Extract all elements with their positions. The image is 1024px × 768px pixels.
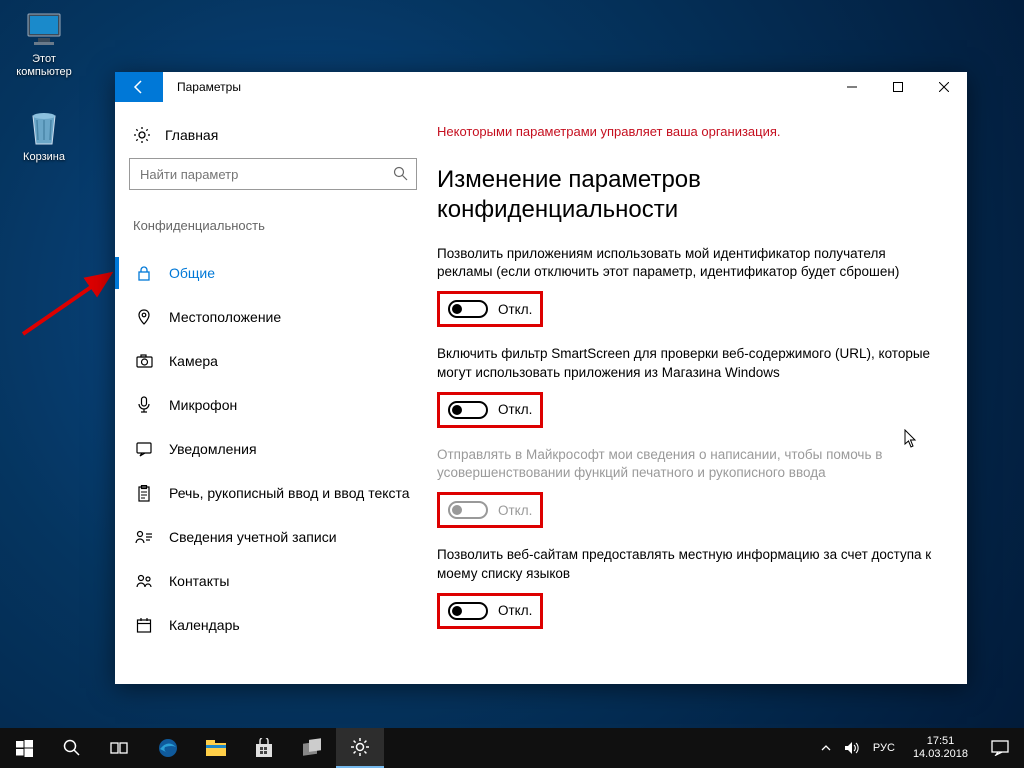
tray-time: 17:51 (913, 735, 968, 748)
annotation-highlight: Откл. (437, 492, 543, 528)
sidebar-item-label: Местоположение (169, 309, 281, 325)
search-button[interactable] (48, 728, 96, 768)
tray-date: 14.03.2018 (913, 748, 968, 761)
pc-icon (24, 10, 64, 50)
setting-description: Отправлять в Майкрософт мои сведения о н… (437, 446, 943, 482)
system-tray: РУС 17:51 14.03.2018 (815, 728, 1024, 768)
annotation-highlight: Откл. (437, 392, 543, 428)
search-input[interactable] (140, 167, 386, 182)
bin-icon (24, 108, 64, 148)
gear-icon (133, 126, 151, 144)
toggle-switch (448, 501, 488, 519)
notification-icon (135, 440, 153, 458)
sidebar-section-header: Конфиденциальность (129, 218, 417, 233)
sidebar: Главная Конфиденциальность Общие Местопо… (115, 102, 431, 684)
page-heading: Изменение параметров конфиденциальности (437, 165, 943, 225)
tray-language[interactable]: РУС (867, 742, 901, 754)
tray-action-center-icon[interactable] (980, 740, 1020, 756)
setting-advertising-id: Позволить приложениям использовать мой и… (437, 245, 943, 327)
sidebar-item-label: Речь, рукописный ввод и ввод текста (169, 485, 410, 501)
sidebar-item-location[interactable]: Местоположение (129, 295, 417, 339)
task-view-button[interactable] (96, 728, 144, 768)
desktop-icon-label: Этот компьютер (8, 53, 80, 79)
close-button[interactable] (921, 72, 967, 102)
sidebar-item-label: Календарь (169, 617, 240, 633)
search-icon (393, 166, 408, 181)
tray-chevron-up-icon[interactable] (815, 744, 837, 752)
setting-description: Включить фильтр SmartScreen для проверки… (437, 345, 943, 381)
sidebar-item-camera[interactable]: Камера (129, 339, 417, 383)
taskbar-settings[interactable] (336, 728, 384, 768)
desktop-icon-this-pc[interactable]: Этот компьютер (8, 10, 80, 79)
sidebar-item-label: Сведения учетной записи (169, 529, 337, 545)
maximize-button[interactable] (875, 72, 921, 102)
org-managed-notice: Некоторыми параметрами управляет ваша ор… (437, 124, 943, 139)
setting-typing-data: Отправлять в Майкрософт мои сведения о н… (437, 446, 943, 528)
settings-window: Параметры Главная Конфиденциальность Общ… (115, 72, 967, 684)
toggle-switch[interactable] (448, 602, 488, 620)
sidebar-item-general[interactable]: Общие (129, 251, 417, 295)
microphone-icon (135, 396, 153, 414)
toggle-switch[interactable] (448, 401, 488, 419)
setting-description: Позволить приложениям использовать мой и… (437, 245, 943, 281)
clipboard-icon (135, 484, 153, 502)
desktop-icon-label: Корзина (8, 151, 80, 164)
sidebar-item-account-info[interactable]: Сведения учетной записи (129, 515, 417, 559)
toggle-label: Откл. (498, 503, 532, 518)
taskbar-store[interactable] (240, 728, 288, 768)
main-content: Некоторыми параметрами управляет ваша ор… (431, 102, 967, 684)
camera-icon (135, 352, 153, 370)
annotation-arrow (18, 262, 118, 342)
desktop-icon-recycle-bin[interactable]: Корзина (8, 108, 80, 164)
sidebar-item-label: Контакты (169, 573, 229, 589)
back-button[interactable] (115, 72, 163, 102)
location-icon (135, 308, 153, 326)
toggle-label: Откл. (498, 302, 532, 317)
setting-smartscreen: Включить фильтр SmartScreen для проверки… (437, 345, 943, 427)
tray-volume-icon[interactable] (841, 741, 863, 755)
sidebar-item-contacts[interactable]: Контакты (129, 559, 417, 603)
sidebar-item-microphone[interactable]: Микрофон (129, 383, 417, 427)
sidebar-item-label: Камера (169, 353, 218, 369)
minimize-button[interactable] (829, 72, 875, 102)
home-label: Главная (165, 127, 218, 143)
sidebar-item-speech[interactable]: Речь, рукописный ввод и ввод текста (129, 471, 417, 515)
taskbar-explorer[interactable] (192, 728, 240, 768)
calendar-icon (135, 616, 153, 634)
lock-icon (135, 264, 153, 282)
tray-clock[interactable]: 17:51 14.03.2018 (905, 735, 976, 761)
sidebar-item-calendar[interactable]: Календарь (129, 603, 417, 647)
home-button[interactable]: Главная (129, 120, 417, 158)
start-button[interactable] (0, 728, 48, 768)
taskbar-edge[interactable] (144, 728, 192, 768)
setting-language-list: Позволить веб-сайтам предоставлять местн… (437, 546, 943, 628)
contacts-icon (135, 572, 153, 590)
titlebar: Параметры (115, 72, 967, 102)
window-title: Параметры (163, 72, 829, 102)
annotation-highlight: Откл. (437, 291, 543, 327)
sidebar-item-label: Микрофон (169, 397, 237, 413)
search-input-wrapper[interactable] (129, 158, 417, 190)
sidebar-item-notifications[interactable]: Уведомления (129, 427, 417, 471)
taskbar-app[interactable] (288, 728, 336, 768)
toggle-label: Откл. (498, 402, 532, 417)
sidebar-item-label: Общие (169, 265, 215, 281)
annotation-highlight: Откл. (437, 593, 543, 629)
sidebar-item-label: Уведомления (169, 441, 257, 457)
setting-description: Позволить веб-сайтам предоставлять местн… (437, 546, 943, 582)
toggle-label: Откл. (498, 603, 532, 618)
taskbar: РУС 17:51 14.03.2018 (0, 728, 1024, 768)
account-icon (135, 528, 153, 546)
toggle-switch[interactable] (448, 300, 488, 318)
